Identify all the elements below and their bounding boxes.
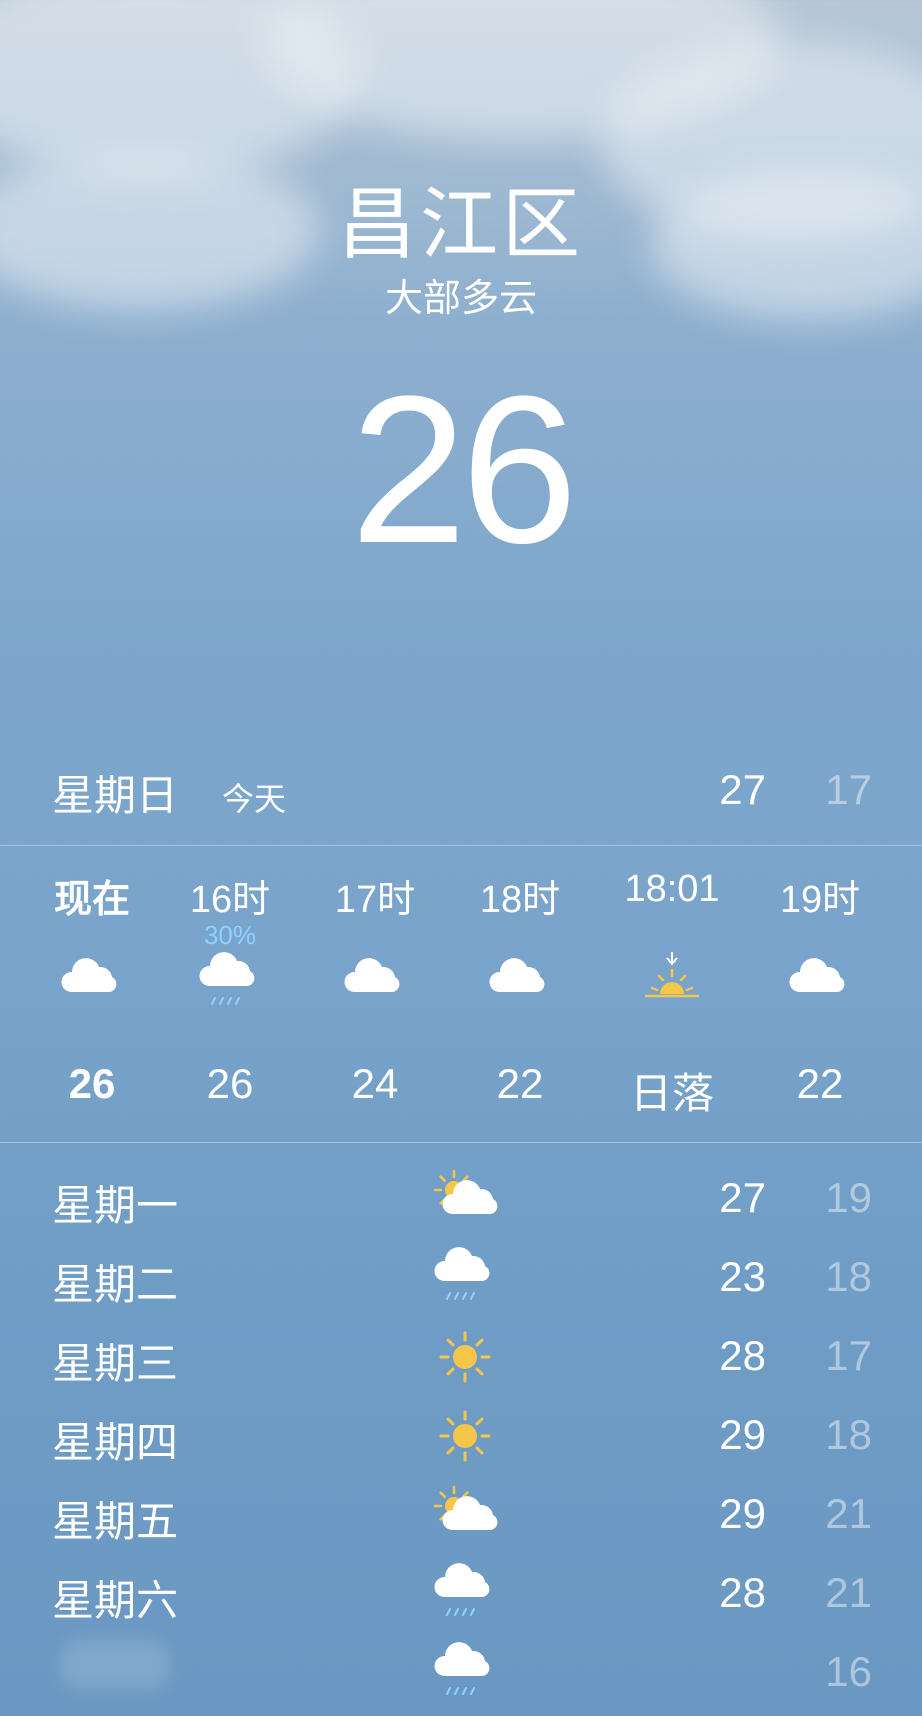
cloud-rain-icon	[195, 948, 265, 1018]
hourly-temp: 24	[351, 1060, 399, 1107]
today-high: 27	[719, 766, 766, 813]
hourly-temp: 26	[206, 1060, 254, 1107]
daily-high: 28	[719, 1332, 766, 1379]
daily-day: 星期二	[52, 1260, 179, 1309]
partly-cloudy-icon	[430, 1164, 500, 1234]
condition-text: 大部多云	[384, 276, 537, 320]
divider	[0, 845, 922, 846]
today-day-label: 星期日	[52, 771, 179, 820]
sunset-icon	[637, 948, 707, 1018]
hourly-item: 18:01 日落	[602, 848, 742, 1142]
daily-low: 19	[825, 1174, 872, 1221]
cloud-icon	[57, 948, 127, 1018]
daily-day: 星期一	[52, 1181, 179, 1230]
cloud-icon	[785, 948, 855, 1018]
cloud-rain-icon	[430, 1638, 500, 1708]
daily-day: 星期三	[52, 1339, 179, 1388]
daily-day: 星期四	[52, 1418, 179, 1467]
daily-low: 18	[825, 1253, 872, 1300]
cloud-icon	[340, 948, 410, 1018]
hourly-item: 17时 24	[305, 848, 445, 1142]
daily-row: 星期三 28 17	[0, 1318, 922, 1397]
hourly-temp: 22	[796, 1060, 844, 1107]
hourly-time: 18时	[479, 879, 561, 921]
cloud-icon	[485, 948, 555, 1018]
hourly-time: 17时	[334, 879, 416, 921]
hourly-time: 18:01	[624, 868, 720, 910]
daily-day: 星期六	[52, 1576, 179, 1625]
daily-low: 21	[825, 1569, 872, 1616]
today-tag: 今天	[222, 780, 287, 818]
daily-day: 星期五	[52, 1497, 179, 1546]
partly-cloudy-icon	[430, 1480, 500, 1550]
precip-chance: 30%	[203, 920, 257, 950]
sun-icon	[430, 1322, 500, 1392]
daily-low: 17	[825, 1332, 872, 1379]
daily-high: 27	[719, 1174, 766, 1221]
hourly-time: 16时	[189, 879, 271, 921]
cloud-rain-icon	[430, 1559, 500, 1629]
city-name: 昌江区	[337, 180, 584, 270]
daily-row: 星期五 29 21	[0, 1476, 922, 1555]
daily-high: 29	[719, 1490, 766, 1537]
divider	[0, 1142, 922, 1143]
current-weather-header: 昌江区 大部多云 26	[0, 180, 922, 580]
daily-row: 星期一 27 19	[0, 1160, 922, 1239]
today-summary-row: 星期日 今天 27 17	[0, 760, 922, 848]
hourly-temp: 26	[68, 1060, 116, 1107]
sun-icon	[430, 1401, 500, 1471]
daily-high: 29	[719, 1411, 766, 1458]
cloud-rain-icon	[430, 1243, 500, 1313]
daily-low: 18	[825, 1411, 872, 1458]
hourly-item: 16时 30% 26	[160, 848, 300, 1142]
daily-row: 星期四 29 18	[0, 1397, 922, 1476]
hourly-temp: 22	[496, 1060, 544, 1107]
today-low: 17	[825, 766, 872, 813]
hourly-item: 18时 22	[450, 848, 590, 1142]
daily-low: 21	[825, 1490, 872, 1537]
daily-low: 16	[825, 1648, 872, 1695]
daily-row: 星期二 23 18	[0, 1239, 922, 1318]
hourly-item: 现在 26	[22, 848, 162, 1142]
daily-high: 28	[719, 1569, 766, 1616]
hourly-item: 19时 22	[750, 848, 890, 1142]
hourly-time: 现在	[53, 879, 130, 921]
hourly-temp: 日落	[629, 1070, 714, 1117]
current-temperature: 26	[350, 352, 578, 587]
hourly-time: 19时	[779, 879, 861, 921]
hourly-forecast[interactable]: 现在 26 16时 30% 26 17时 24 18时 22 18:01 日落 19时 22	[0, 848, 922, 1142]
daily-high: 23	[719, 1253, 766, 1300]
daily-row: 星期六 28 21	[0, 1555, 922, 1634]
blurred-watermark	[60, 1640, 170, 1690]
